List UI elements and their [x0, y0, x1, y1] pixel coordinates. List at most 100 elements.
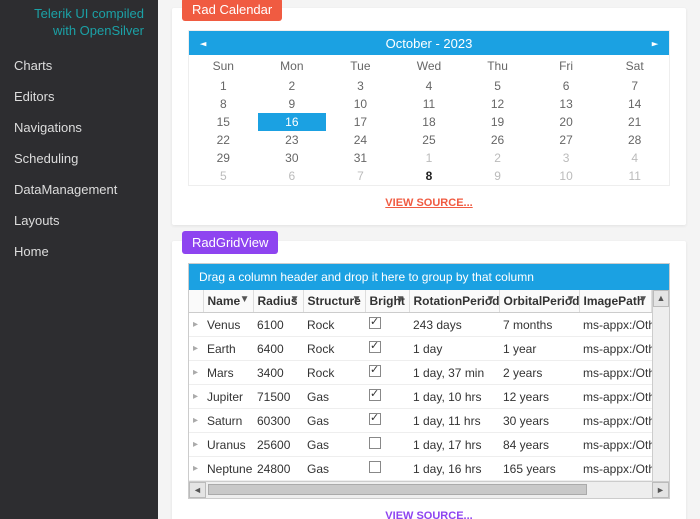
column-header-name[interactable]: Name▼: [203, 290, 253, 313]
calendar-day[interactable]: 17: [326, 113, 395, 131]
calendar-dow: Sat: [600, 55, 669, 77]
calendar-day[interactable]: 6: [532, 77, 601, 95]
scroll-left-icon[interactable]: ◄: [189, 482, 206, 498]
nav-item-editors[interactable]: Editors: [0, 81, 158, 112]
table-row[interactable]: ▸Uranus25600Gas1 day, 17 hrs84 yearsms-a…: [189, 433, 652, 457]
nav-item-charts[interactable]: Charts: [0, 50, 158, 81]
nav-item-home[interactable]: Home: [0, 236, 158, 267]
vertical-scrollbar[interactable]: ▲: [652, 290, 669, 481]
calendar-day[interactable]: 15: [189, 113, 258, 131]
filter-icon[interactable]: ▼: [290, 294, 300, 305]
nav-item-layouts[interactable]: Layouts: [0, 205, 158, 236]
row-expand-icon[interactable]: ▸: [189, 433, 203, 457]
calendar-day[interactable]: 18: [395, 113, 464, 131]
calendar-day[interactable]: 23: [258, 131, 327, 149]
bright-checkbox[interactable]: [369, 461, 381, 473]
calendar-day[interactable]: 3: [532, 149, 601, 167]
scroll-thumb[interactable]: [208, 484, 587, 495]
cell-structure: Rock: [303, 337, 365, 361]
filter-icon[interactable]: ▼: [352, 294, 362, 305]
calendar-day[interactable]: 14: [600, 95, 669, 113]
calendar-day[interactable]: 5: [463, 77, 532, 95]
calendar-day[interactable]: 3: [326, 77, 395, 95]
calendar-day[interactable]: 31: [326, 149, 395, 167]
table-row[interactable]: ▸Mars3400Rock1 day, 37 min2 yearsms-appx…: [189, 361, 652, 385]
calendar-day[interactable]: 20: [532, 113, 601, 131]
calendar-day[interactable]: 10: [532, 167, 601, 185]
calendar-day[interactable]: 1: [395, 149, 464, 167]
calendar-day[interactable]: 4: [395, 77, 464, 95]
column-header-bright[interactable]: Bright▼: [365, 290, 409, 313]
cell-img: ms-appx:/Other/Planets/: [579, 433, 652, 457]
filter-icon[interactable]: ▼: [240, 294, 250, 305]
calendar-day[interactable]: 2: [258, 77, 327, 95]
calendar-day[interactable]: 26: [463, 131, 532, 149]
bright-checkbox[interactable]: [369, 317, 381, 329]
calendar-next-button[interactable]: ►: [641, 37, 669, 50]
calendar-prev-button[interactable]: ◄: [189, 37, 217, 50]
column-header-structure[interactable]: Structure▼: [303, 290, 365, 313]
calendar-day[interactable]: 29: [189, 149, 258, 167]
calendar-day[interactable]: 13: [532, 95, 601, 113]
calendar-day[interactable]: 24: [326, 131, 395, 149]
calendar-day[interactable]: 30: [258, 149, 327, 167]
calendar-day[interactable]: 21: [600, 113, 669, 131]
calendar-day[interactable]: 8: [189, 95, 258, 113]
calendar-day[interactable]: 10: [326, 95, 395, 113]
row-expand-icon[interactable]: ▸: [189, 409, 203, 433]
column-header-rotationperiod[interactable]: RotationPeriod▼: [409, 290, 499, 313]
table-row[interactable]: ▸Venus6100Rock243 days7 monthsms-appx:/O…: [189, 313, 652, 337]
bright-checkbox[interactable]: [369, 389, 381, 401]
calendar-day[interactable]: 8: [395, 167, 464, 185]
bright-checkbox[interactable]: [369, 413, 381, 425]
calendar-day[interactable]: 7: [600, 77, 669, 95]
calendar-title[interactable]: October - 2023: [217, 36, 641, 51]
row-expand-icon[interactable]: ▸: [189, 457, 203, 481]
calendar-day[interactable]: 22: [189, 131, 258, 149]
calendar-view-source-link[interactable]: VIEW SOURCE...: [385, 197, 472, 209]
calendar-day[interactable]: 11: [600, 167, 669, 185]
table-row[interactable]: ▸Saturn60300Gas1 day, 11 hrs30 yearsms-a…: [189, 409, 652, 433]
table-row[interactable]: ▸Earth6400Rock1 day1 yearms-appx:/Other/…: [189, 337, 652, 361]
calendar-day[interactable]: 5: [189, 167, 258, 185]
group-by-bar[interactable]: Drag a column header and drop it here to…: [189, 264, 669, 290]
row-expand-icon[interactable]: ▸: [189, 313, 203, 337]
bright-checkbox[interactable]: [369, 365, 381, 377]
calendar-day[interactable]: 9: [463, 167, 532, 185]
calendar-day[interactable]: 7: [326, 167, 395, 185]
row-expand-icon[interactable]: ▸: [189, 337, 203, 361]
filter-icon[interactable]: ▼: [396, 294, 406, 305]
grid-view-source-link[interactable]: VIEW SOURCE...: [385, 510, 472, 519]
calendar-day[interactable]: 1: [189, 77, 258, 95]
filter-icon[interactable]: ▼: [566, 294, 576, 305]
filter-icon[interactable]: ▼: [486, 294, 496, 305]
horizontal-scrollbar[interactable]: ◄ ►: [189, 481, 669, 498]
scroll-right-icon[interactable]: ►: [652, 482, 669, 498]
bright-checkbox[interactable]: [369, 437, 381, 449]
table-row[interactable]: ▸Jupiter71500Gas1 day, 10 hrs12 yearsms-…: [189, 385, 652, 409]
bright-checkbox[interactable]: [369, 341, 381, 353]
row-expand-icon[interactable]: ▸: [189, 385, 203, 409]
calendar-day[interactable]: 9: [258, 95, 327, 113]
column-header-radius[interactable]: Radius▼: [253, 290, 303, 313]
calendar-day[interactable]: 25: [395, 131, 464, 149]
column-header-imagepath[interactable]: ImagePath▼: [579, 290, 652, 313]
calendar-day[interactable]: 11: [395, 95, 464, 113]
calendar-day[interactable]: 28: [600, 131, 669, 149]
calendar-day[interactable]: 27: [532, 131, 601, 149]
calendar-day[interactable]: 19: [463, 113, 532, 131]
row-expand-icon[interactable]: ▸: [189, 361, 203, 385]
scroll-up-icon[interactable]: ▲: [653, 290, 669, 307]
nav-item-scheduling[interactable]: Scheduling: [0, 143, 158, 174]
calendar-day[interactable]: 6: [258, 167, 327, 185]
calendar-day[interactable]: 2: [463, 149, 532, 167]
filter-icon[interactable]: ▼: [638, 294, 648, 305]
nav-item-navigations[interactable]: Navigations: [0, 112, 158, 143]
calendar-day[interactable]: 4: [600, 149, 669, 167]
column-header-orbitalperiod[interactable]: OrbitalPeriod▼: [499, 290, 579, 313]
cell-rot: 1 day: [409, 337, 499, 361]
calendar-day[interactable]: 16: [258, 113, 327, 131]
table-row[interactable]: ▸Neptune24800Gas1 day, 16 hrs165 yearsms…: [189, 457, 652, 481]
nav-item-datamanagement[interactable]: DataManagement: [0, 174, 158, 205]
calendar-day[interactable]: 12: [463, 95, 532, 113]
